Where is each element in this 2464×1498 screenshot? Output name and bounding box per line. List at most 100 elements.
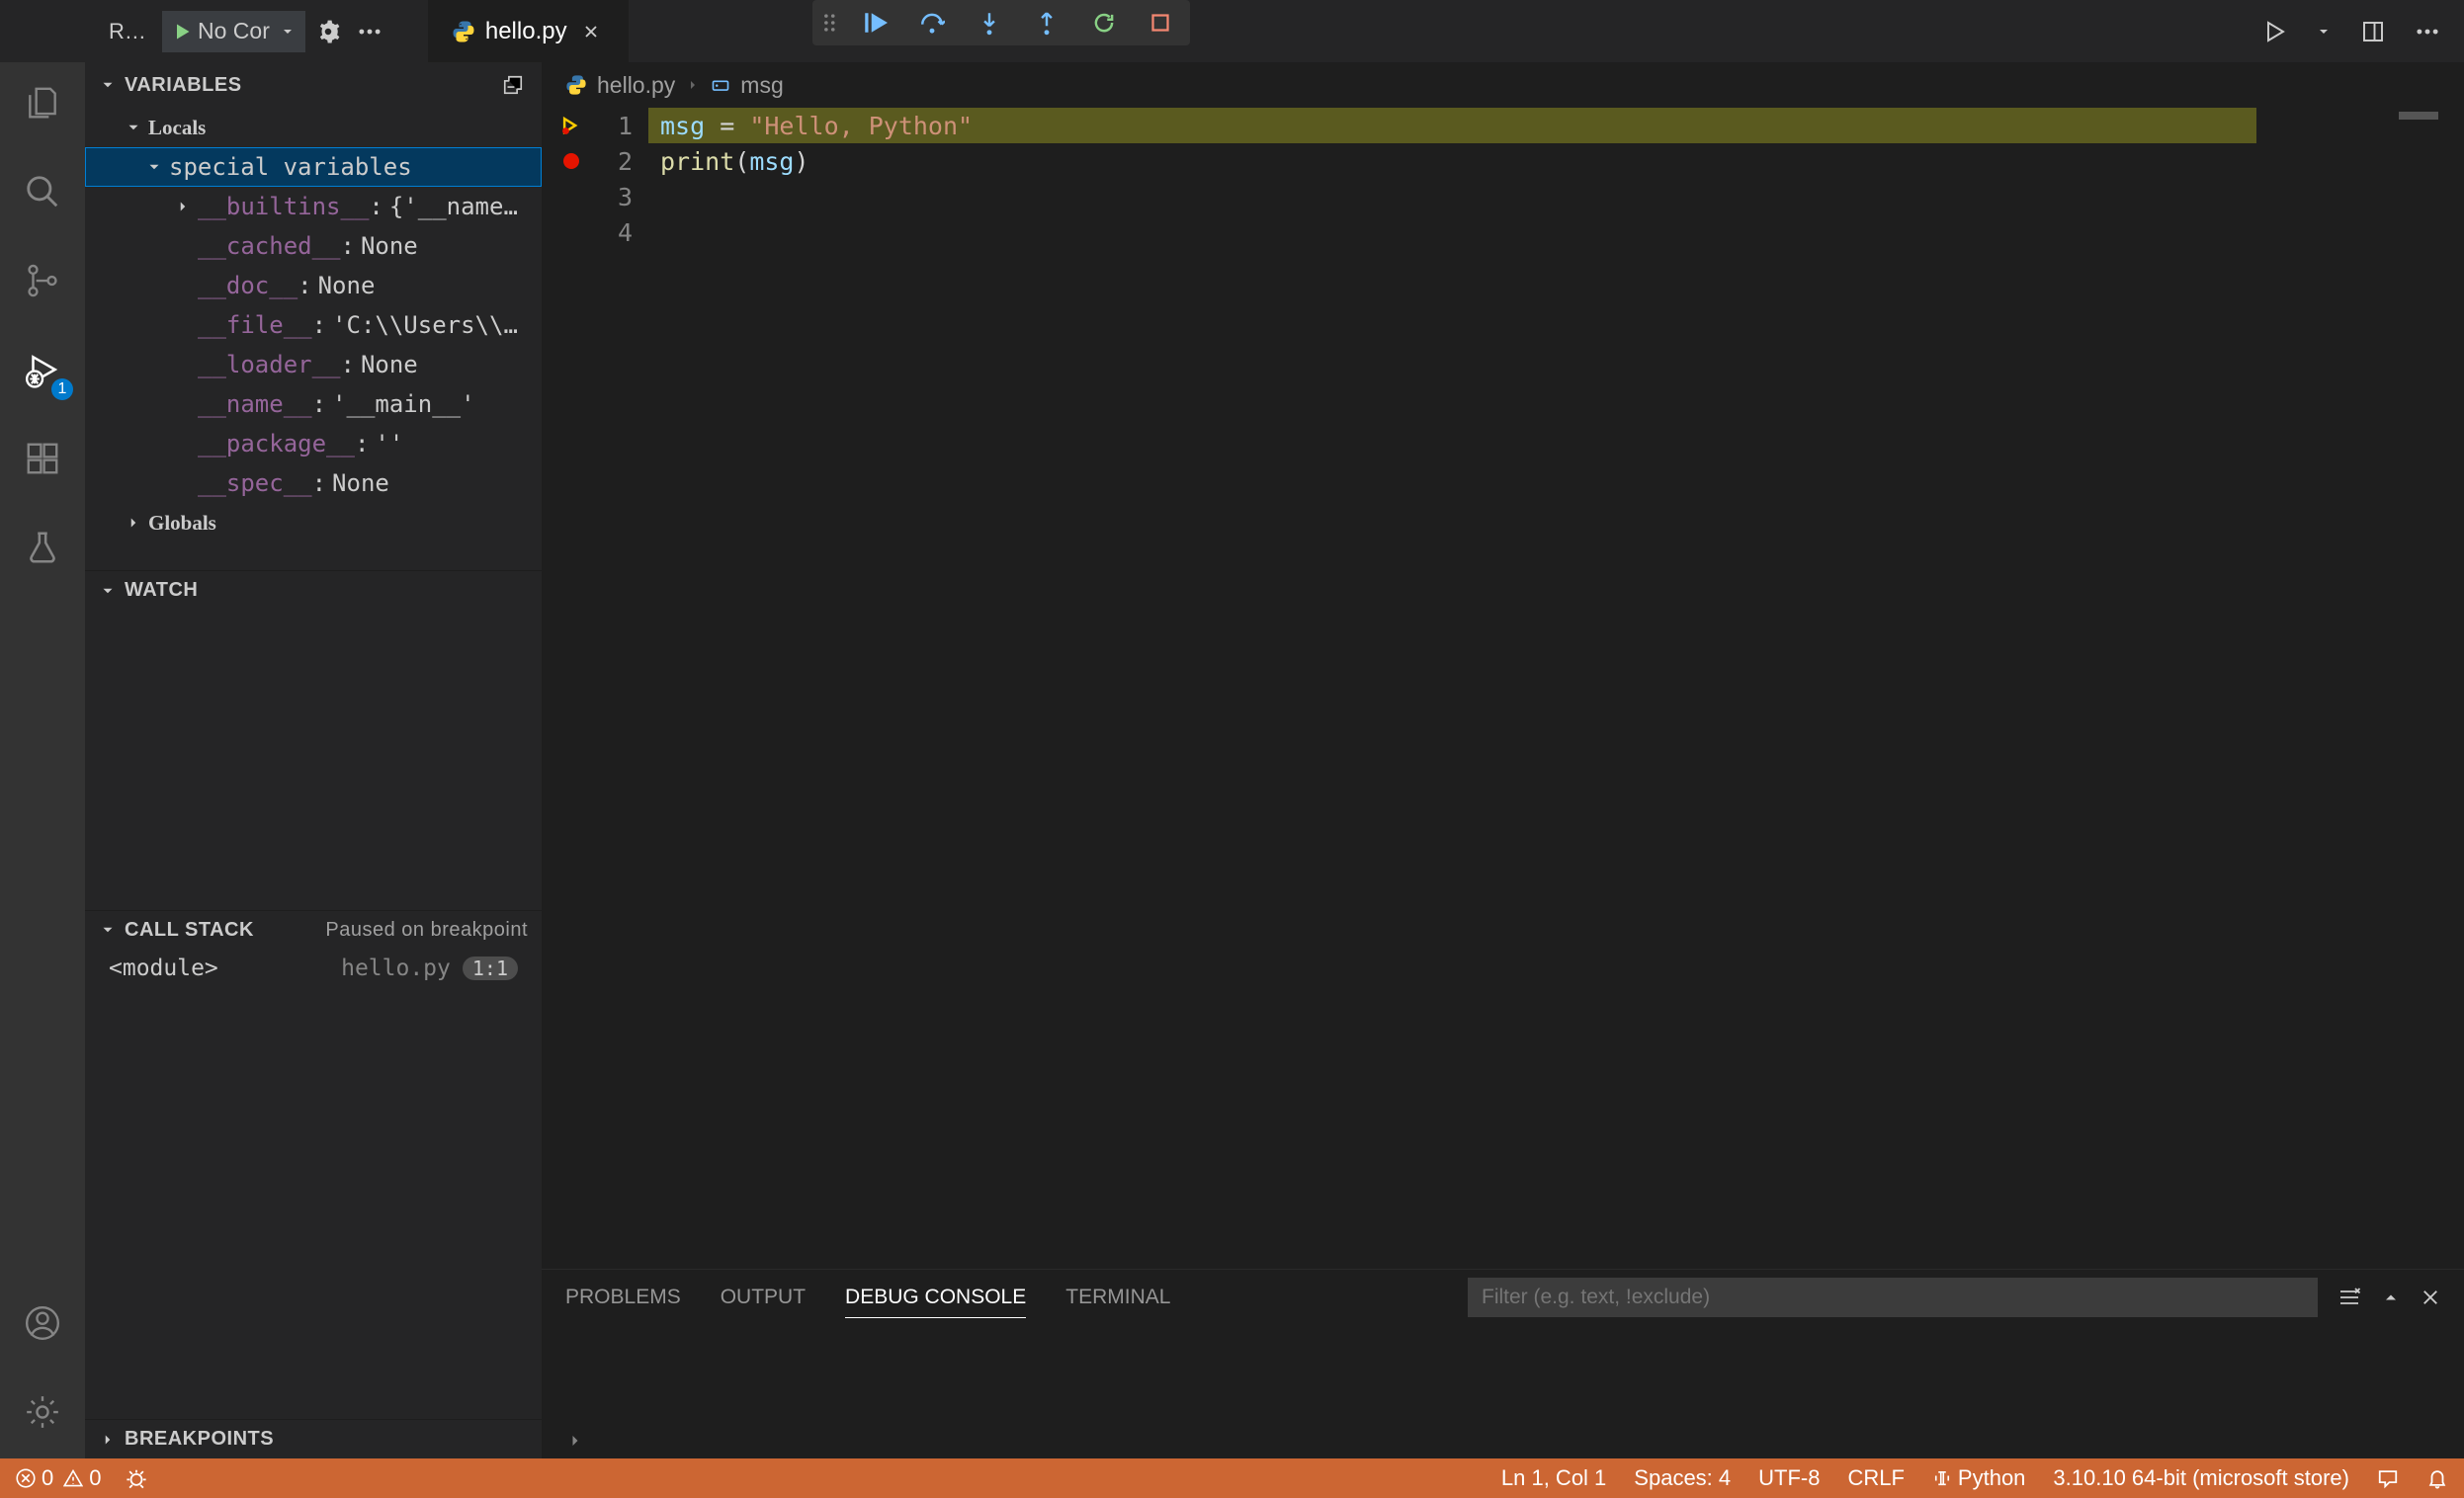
- var-row[interactable]: __cached__:None: [85, 226, 542, 266]
- status-warnings[interactable]: 0: [63, 1465, 101, 1491]
- stop-button[interactable]: [1141, 7, 1180, 39]
- chevron-down-icon: [99, 921, 117, 939]
- debug-config-select[interactable]: No Cor: [162, 11, 305, 52]
- bell-icon[interactable]: [2426, 1467, 2448, 1489]
- var-row[interactable]: __file__:'C:\\Users\\…: [85, 305, 542, 345]
- minimap[interactable]: [2405, 108, 2464, 1269]
- run-editor-button[interactable]: [2256, 14, 2292, 49]
- tab-filename: hello.py: [485, 18, 567, 45]
- variables-title: VARIABLES: [125, 74, 242, 97]
- glyph-margin[interactable]: [542, 108, 601, 1269]
- status-lncol[interactable]: Ln 1, Col 1: [1501, 1465, 1606, 1491]
- step-out-button[interactable]: [1026, 6, 1067, 40]
- debug-badge: 1: [51, 378, 73, 400]
- chevron-up-icon[interactable]: [2381, 1288, 2401, 1307]
- var-row[interactable]: __name__:'__main__': [85, 384, 542, 424]
- run-debug-icon[interactable]: 1: [16, 343, 69, 396]
- activity-bar: 1: [0, 62, 85, 1458]
- frame-pos: 1:1: [463, 957, 518, 980]
- code-line[interactable]: [648, 214, 2464, 250]
- editor-tab[interactable]: hello.py: [428, 0, 629, 62]
- var-row[interactable]: __doc__:None: [85, 266, 542, 305]
- tab-problems[interactable]: PROBLEMS: [565, 1278, 681, 1317]
- status-spaces[interactable]: Spaces: 4: [1634, 1465, 1731, 1491]
- continue-button[interactable]: [854, 6, 895, 40]
- clear-console-icon[interactable]: [2337, 1286, 2361, 1309]
- current-line-indicator-icon: [560, 115, 582, 136]
- split-editor-icon[interactable]: [2355, 14, 2391, 49]
- editor-area: hello.py msg 1 2: [542, 62, 2464, 1458]
- breadcrumb-symbol: msg: [740, 72, 783, 99]
- scope-locals[interactable]: Locals: [85, 108, 542, 147]
- frame-file: hello.py: [341, 956, 451, 981]
- tab-output[interactable]: OUTPUT: [721, 1278, 806, 1317]
- watch-header[interactable]: WATCH: [85, 571, 542, 610]
- callstack-title: CALL STACK: [125, 919, 254, 942]
- scope-globals[interactable]: Globals: [85, 503, 542, 542]
- chevron-right-icon: [174, 198, 198, 215]
- chevron-down-icon: [280, 24, 296, 40]
- explorer-icon[interactable]: [16, 76, 69, 129]
- step-over-button[interactable]: [911, 6, 953, 40]
- var-row[interactable]: __builtins__:{'__name…: [85, 187, 542, 226]
- callstack-frame[interactable]: <module> hello.py 1:1: [85, 950, 542, 987]
- debug-toolbar[interactable]: [812, 0, 1190, 45]
- frame-name: <module>: [109, 956, 218, 981]
- run-label: RU...: [99, 19, 158, 44]
- var-row[interactable]: __spec__:None: [85, 463, 542, 503]
- breakpoints-header[interactable]: BREAKPOINTS: [85, 1420, 542, 1458]
- chevron-right-icon: [685, 77, 701, 93]
- source-control-icon[interactable]: [16, 254, 69, 307]
- restart-button[interactable]: [1083, 6, 1125, 40]
- search-icon[interactable]: [16, 165, 69, 218]
- var-row[interactable]: __package__:'': [85, 424, 542, 463]
- grip-icon[interactable]: [822, 12, 838, 34]
- ellipsis-icon[interactable]: [2409, 13, 2446, 50]
- console-prompt-icon[interactable]: [565, 1431, 585, 1451]
- scope-special-variables[interactable]: special variables: [85, 147, 542, 187]
- accounts-icon[interactable]: [16, 1296, 69, 1350]
- status-encoding[interactable]: UTF-8: [1758, 1465, 1820, 1491]
- status-interpreter[interactable]: 3.10.10 64-bit (microsoft store): [2053, 1465, 2349, 1491]
- callstack-status: Paused on breakpoint: [325, 919, 528, 942]
- code-line[interactable]: msg = "Hello, Python": [648, 108, 2256, 143]
- chevron-down-icon: [125, 119, 148, 136]
- callstack-header[interactable]: CALL STACK Paused on breakpoint: [85, 911, 542, 950]
- breakpoint-icon[interactable]: [563, 153, 579, 169]
- filter-input[interactable]: [1468, 1278, 2318, 1317]
- special-vars-label: special variables: [169, 153, 412, 181]
- status-debug-icon[interactable]: [126, 1467, 147, 1489]
- python-file-icon: [452, 20, 475, 43]
- code-line[interactable]: [648, 179, 2464, 214]
- variables-header[interactable]: VARIABLES: [85, 62, 542, 108]
- status-eol[interactable]: CRLF: [1847, 1465, 1904, 1491]
- status-errors[interactable]: 0: [16, 1465, 53, 1491]
- status-language[interactable]: Python: [1932, 1465, 2026, 1491]
- watch-title: WATCH: [125, 579, 198, 602]
- chevron-down-icon: [99, 76, 117, 94]
- symbol-variable-icon: [711, 75, 730, 95]
- close-icon[interactable]: [2421, 1288, 2440, 1307]
- play-icon: [172, 22, 192, 42]
- breakpoints-title: BREAKPOINTS: [125, 1428, 274, 1451]
- var-row[interactable]: __loader__:None: [85, 345, 542, 384]
- settings-gear-icon[interactable]: [16, 1385, 69, 1439]
- extensions-icon[interactable]: [16, 432, 69, 485]
- breadcrumb-file: hello.py: [597, 72, 675, 99]
- collapse-all-icon[interactable]: [498, 70, 528, 100]
- close-icon[interactable]: [577, 18, 605, 45]
- chevron-down-icon[interactable]: [2310, 18, 2337, 45]
- scope-label: Globals: [148, 511, 216, 536]
- titlebar: RU... No Cor hello.: [0, 0, 2464, 62]
- tab-debug-console[interactable]: DEBUG CONSOLE: [845, 1278, 1026, 1318]
- step-into-button[interactable]: [969, 6, 1010, 40]
- code-line[interactable]: print(msg): [648, 143, 2464, 179]
- feedback-icon[interactable]: [2377, 1467, 2399, 1489]
- breadcrumb[interactable]: hello.py msg: [542, 62, 2464, 108]
- gear-icon[interactable]: [309, 13, 347, 50]
- testing-icon[interactable]: [16, 521, 69, 574]
- tab-terminal[interactable]: TERMINAL: [1065, 1278, 1170, 1317]
- line-numbers: 1 2 3 4: [601, 108, 648, 1269]
- code-editor[interactable]: 1 2 3 4 msg = "Hello, Python" print(msg): [542, 108, 2464, 1269]
- ellipsis-icon[interactable]: [351, 13, 388, 50]
